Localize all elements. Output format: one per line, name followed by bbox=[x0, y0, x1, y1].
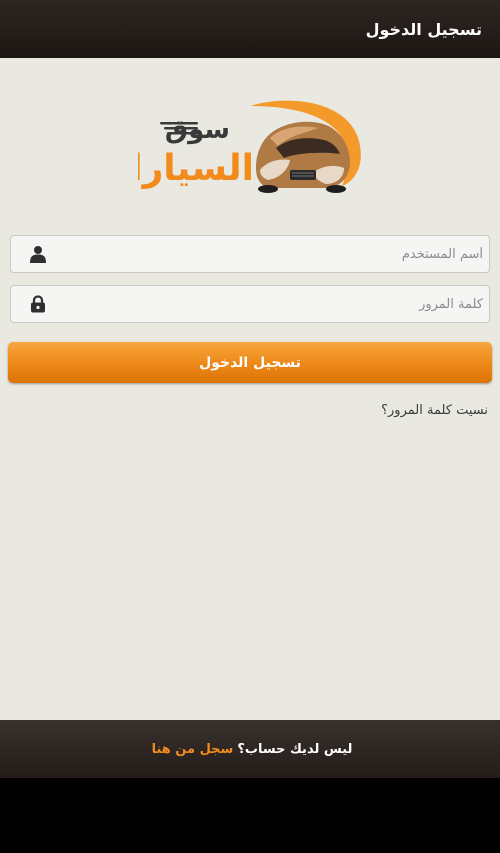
login-button[interactable]: تسجيل الدخول bbox=[8, 342, 492, 383]
username-input[interactable] bbox=[49, 236, 489, 272]
logo-line2: السيارات bbox=[138, 148, 254, 189]
lock-icon bbox=[31, 295, 45, 313]
page-title: تسجيل الدخول bbox=[365, 19, 482, 39]
bottom-black-area bbox=[0, 778, 500, 853]
register-link[interactable]: سجل من هنا bbox=[152, 742, 234, 757]
app-logo: سوق السيارات bbox=[138, 100, 361, 193]
password-input[interactable] bbox=[49, 286, 489, 322]
password-field[interactable] bbox=[10, 285, 490, 323]
user-icon bbox=[30, 246, 46, 263]
username-field[interactable] bbox=[10, 235, 490, 273]
logo-line1: سوق bbox=[165, 115, 230, 145]
footer-bar: ليس لديك حساب؟ سجل من هنا bbox=[0, 720, 500, 778]
login-content: سوق السيارات تسجيل الدخول نسيت كلمة المر… bbox=[0, 58, 500, 720]
app-bar: تسجيل الدخول bbox=[0, 0, 500, 58]
forgot-password-link[interactable]: نسيت كلمة المرور؟ bbox=[381, 403, 488, 418]
register-prompt: ليس لديك حساب؟ bbox=[237, 741, 353, 757]
